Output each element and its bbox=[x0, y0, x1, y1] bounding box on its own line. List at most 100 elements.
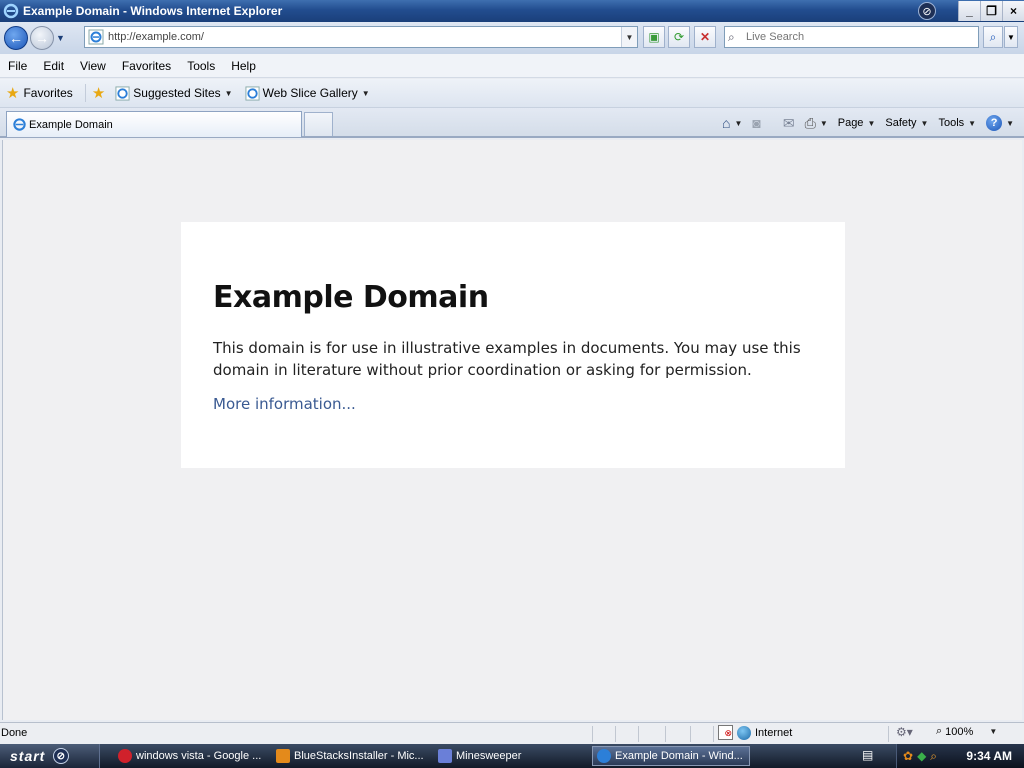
protected-mode-icon[interactable]: ⚙▾ bbox=[896, 725, 913, 739]
tab-title: Example Domain bbox=[29, 118, 113, 131]
menu-tools[interactable]: Tools bbox=[179, 59, 223, 73]
refresh-icon: ⟳ bbox=[673, 30, 685, 44]
zoom-icon: ⌕ bbox=[936, 725, 943, 737]
favorites-label: Favorites bbox=[23, 86, 73, 100]
web-slice-ie-icon bbox=[245, 85, 260, 101]
system-tray: ✿ ◆ ⌕ 9:34 AM bbox=[896, 744, 1024, 768]
search-button[interactable]: ⌕ bbox=[983, 26, 1003, 48]
taskbar-item-label: Minesweeper bbox=[456, 750, 522, 762]
tray-icon-game[interactable]: ✿ bbox=[903, 749, 913, 763]
favorites-star-icon: ★ bbox=[6, 85, 20, 102]
opera-icon bbox=[118, 749, 132, 763]
compatibility-view-button[interactable]: ▣ bbox=[643, 26, 665, 48]
search-box[interactable]: ⌕ bbox=[724, 26, 979, 48]
taskbar: start ⊘ windows vista - Google ... BlueS… bbox=[0, 744, 1024, 768]
suggested-sites-label: Suggested Sites bbox=[133, 86, 221, 100]
tab-example-domain[interactable]: Example Domain bbox=[6, 111, 302, 137]
stop-icon: ✕ bbox=[699, 30, 711, 44]
safety-menu-button[interactable]: Safety ▼ bbox=[885, 117, 928, 129]
menu-view[interactable]: View bbox=[72, 59, 114, 73]
zoom-control[interactable]: ⌕ 100% ▼ bbox=[936, 725, 997, 738]
tools-menu-button[interactable]: Tools ▼ bbox=[938, 117, 976, 129]
chevron-down-icon: ▼ bbox=[968, 118, 977, 128]
bluestacks-icon bbox=[276, 749, 290, 763]
chevron-down-icon: ▼ bbox=[1006, 118, 1014, 128]
search-icon: ⌕ bbox=[989, 29, 997, 44]
recent-pages-dropdown[interactable]: ▼ bbox=[56, 33, 68, 43]
menu-favorites[interactable]: Favorites bbox=[114, 59, 179, 73]
taskbar-item-label: Example Domain - Wind... bbox=[615, 750, 743, 762]
status-text: Done bbox=[1, 727, 28, 739]
taskbar-item-label: BlueStacksInstaller - Mic... bbox=[294, 750, 424, 762]
close-button[interactable]: × bbox=[1002, 1, 1024, 21]
printer-icon: ⎙ bbox=[804, 114, 816, 131]
popup-blocked-icon: ⊗ bbox=[718, 725, 733, 740]
address-bar[interactable]: http://example.com/ ▼ bbox=[84, 26, 638, 48]
internet-explorer-icon bbox=[3, 3, 19, 19]
add-to-favorites-bar-button[interactable]: ★ bbox=[84, 84, 105, 102]
tray-icon-shield[interactable]: ◆ bbox=[917, 749, 926, 763]
favorites-bar: ★ Favorites ★ Suggested Sites ▼ Web Slic… bbox=[0, 79, 1024, 108]
windows-orb-icon: ⊘ bbox=[53, 748, 70, 764]
read-mail-button[interactable]: ✉ bbox=[783, 115, 795, 132]
search-options-dropdown[interactable]: ▼ bbox=[1004, 26, 1018, 48]
chevron-down-icon: ▼ bbox=[819, 118, 828, 128]
zoom-level: 100% bbox=[945, 725, 974, 738]
menu-help[interactable]: Help bbox=[223, 59, 264, 73]
feeds-button[interactable]: ◙ bbox=[752, 115, 760, 131]
print-button[interactable]: ⎙ ▼ bbox=[805, 115, 828, 132]
start-button[interactable]: start ⊘ bbox=[0, 744, 100, 768]
status-divider bbox=[888, 726, 889, 742]
page-viewport[interactable]: Example Domain This domain is for use in… bbox=[2, 140, 1022, 720]
status-divider bbox=[713, 726, 714, 742]
home-button[interactable]: ⌂ ▼ bbox=[722, 115, 742, 131]
taskbar-item-opera[interactable]: windows vista - Google ... bbox=[114, 746, 264, 766]
restore-button[interactable]: ❐ bbox=[980, 1, 1002, 21]
internet-explorer-icon bbox=[597, 749, 611, 763]
tab-ie-icon bbox=[13, 118, 26, 131]
search-input[interactable] bbox=[746, 31, 966, 43]
page-description: This domain is for use in illustrative e… bbox=[213, 339, 801, 379]
favorites-button[interactable]: ★ Favorites bbox=[6, 84, 73, 102]
suggested-sites-item[interactable]: Suggested Sites ▼ bbox=[115, 85, 233, 101]
taskbar-item-ie[interactable]: Example Domain - Wind... bbox=[592, 746, 750, 766]
url-text[interactable]: http://example.com/ bbox=[108, 31, 204, 43]
rss-icon: ◙ bbox=[752, 115, 761, 131]
help-menu-button[interactable]: ? ▼ bbox=[986, 115, 1014, 131]
stop-button[interactable]: ✕ bbox=[694, 26, 716, 48]
tab-bar: Example Domain ⌂ ▼ ◙ ✉ ⎙ ▼ Page ▼ Safety ▼ T… bbox=[0, 108, 1024, 138]
status-divider bbox=[638, 726, 639, 742]
address-toolbar: ← → ▼ http://example.com/ ▼ ▣ ⟳ ✕ ⌕ ⌕ ▼ bbox=[0, 22, 1024, 54]
new-tab-button[interactable] bbox=[304, 112, 333, 136]
web-slice-gallery-label: Web Slice Gallery bbox=[262, 86, 358, 100]
menu-edit[interactable]: Edit bbox=[35, 59, 72, 73]
tools-menu-label: Tools bbox=[938, 117, 965, 129]
address-dropdown-button[interactable]: ▼ bbox=[621, 27, 637, 47]
menu-file[interactable]: File bbox=[0, 59, 35, 73]
clock[interactable]: 9:34 AM bbox=[966, 749, 1012, 763]
minesweeper-icon bbox=[438, 749, 452, 763]
web-slice-gallery-item[interactable]: Web Slice Gallery ▼ bbox=[245, 85, 370, 101]
status-divider bbox=[615, 726, 616, 742]
forward-button[interactable]: → bbox=[30, 26, 54, 50]
compatibility-icon: ▣ bbox=[648, 30, 660, 44]
start-label: start bbox=[10, 748, 46, 764]
more-information-link[interactable]: More information... bbox=[213, 395, 356, 413]
back-button[interactable]: ← bbox=[4, 26, 28, 50]
keyboard-icon[interactable]: ▤ bbox=[862, 748, 878, 764]
chevron-down-icon: ▼ bbox=[989, 727, 998, 736]
page-ie-icon bbox=[88, 29, 104, 45]
page-menu-button[interactable]: Page ▼ bbox=[838, 117, 876, 129]
taskbar-item-label: windows vista - Google ... bbox=[136, 750, 262, 762]
taskbar-item-bluestacks[interactable]: BlueStacksInstaller - Mic... bbox=[272, 746, 428, 766]
taskbar-item-minesweeper[interactable]: Minesweeper bbox=[434, 746, 584, 766]
status-divider bbox=[690, 726, 691, 742]
windows-flag-icon: ⊘ bbox=[918, 2, 936, 20]
content-card: Example Domain This domain is for use in… bbox=[181, 222, 845, 468]
status-divider bbox=[665, 726, 666, 742]
security-zone[interactable]: ⊗ Internet bbox=[718, 725, 792, 740]
refresh-button[interactable]: ⟳ bbox=[668, 26, 690, 48]
chevron-down-icon: ▼ bbox=[867, 118, 876, 128]
minimize-button[interactable]: _ bbox=[958, 1, 980, 21]
tray-icon-search[interactable]: ⌕ bbox=[930, 749, 937, 764]
